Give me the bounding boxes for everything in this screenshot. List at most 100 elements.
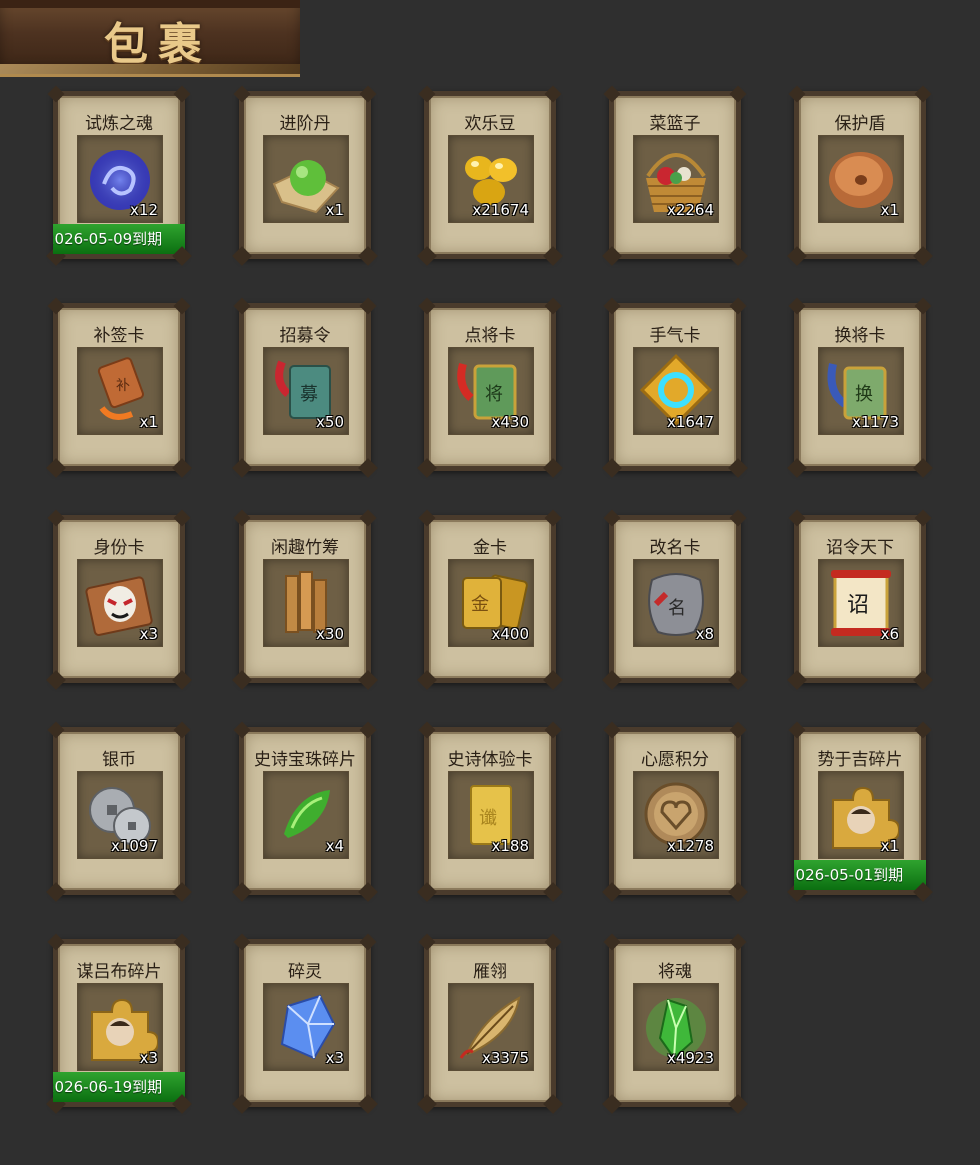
item-quantity: x1278 <box>666 837 714 855</box>
inventory-row: 谋吕布碎片 x3 2026-06-19到期 碎灵 x3 雁翎 x3375 将魂 x4923 <box>47 933 933 1151</box>
item-quantity: x12 <box>130 201 158 219</box>
card-corner-ornament <box>47 85 65 103</box>
item-icon-frame: x12 <box>77 135 163 223</box>
item-name: 换将卡 <box>834 326 886 346</box>
item-icon-frame: 将 x430 <box>448 347 534 435</box>
inventory-item-card[interactable]: 进阶丹 x1 <box>233 85 377 259</box>
item-name: 诏令天下 <box>826 538 894 558</box>
item-name: 点将卡 <box>464 326 516 346</box>
inventory-item-card[interactable]: 雁翎 x3375 <box>418 933 562 1107</box>
svg-text:金: 金 <box>471 594 489 615</box>
inventory-item-card[interactable]: 手气卡 x1647 <box>603 297 747 471</box>
card-corner-ornament <box>788 85 806 103</box>
item-icon-frame: x2264 <box>633 135 719 223</box>
item-icon-frame: x4 <box>263 771 349 859</box>
item-quantity: x1097 <box>110 837 158 855</box>
svg-text:将: 将 <box>485 384 503 405</box>
card-corner-ornament <box>359 85 377 103</box>
inventory-grid: 试炼之魂 x12 2026-05-09到期 进阶丹 x1 欢乐豆 x21674 菜篮子 x226… <box>47 85 933 1151</box>
item-quantity: x3 <box>325 1049 344 1067</box>
inventory-item-card[interactable]: 试炼之魂 x12 2026-05-09到期 <box>47 85 191 259</box>
inventory-item-card[interactable]: 金卡金 x400 <box>418 509 562 683</box>
inventory-item-card[interactable]: 谋吕布碎片 x3 2026-06-19到期 <box>47 933 191 1107</box>
inventory-item-card[interactable]: 菜篮子 x2264 <box>603 85 747 259</box>
inventory-item-card[interactable]: 保护盾 x1 <box>788 85 932 259</box>
inventory-title: 包裹 <box>104 19 212 70</box>
item-quantity: x4923 <box>666 1049 714 1067</box>
inventory-item-card[interactable]: 欢乐豆 x21674 <box>418 85 562 259</box>
inventory-row: 银币 x1097 史诗宝珠碎片 x4 史诗体验卡谶 x188 心愿积分 x1278 势于吉碎片 x… <box>47 721 933 939</box>
item-name: 招募令 <box>279 326 331 346</box>
item-name: 碎灵 <box>288 962 322 982</box>
item-icon-frame: x30 <box>263 559 349 647</box>
card-corner-ornament <box>233 85 251 103</box>
inventory-item-card[interactable]: 补签卡补 x1 <box>47 297 191 471</box>
inventory-item-card[interactable]: 闲趣竹筹 x30 <box>233 509 377 683</box>
item-icon-frame: x4923 <box>633 983 719 1071</box>
item-name: 势于吉碎片 <box>817 750 903 770</box>
item-icon-frame: 金 x400 <box>448 559 534 647</box>
card-corner-ornament <box>603 85 621 103</box>
item-name: 进阶丹 <box>279 114 331 134</box>
item-icon-frame: x1097 <box>77 771 163 859</box>
item-name: 将魂 <box>658 962 692 982</box>
inventory-item-card[interactable]: 身份卡 x3 <box>47 509 191 683</box>
inventory-item-card[interactable]: 招募令募 x50 <box>233 297 377 471</box>
item-name: 史诗宝珠碎片 <box>254 750 356 770</box>
item-name: 手气卡 <box>649 326 701 346</box>
item-icon-frame: x1278 <box>633 771 719 859</box>
inventory-item-card[interactable]: 银币 x1097 <box>47 721 191 895</box>
inventory-item-card[interactable]: 心愿积分 x1278 <box>603 721 747 895</box>
card-corner-ornament <box>914 85 932 103</box>
inventory-row: 身份卡 x3 闲趣竹筹 x30 金卡金 x400 改名卡名 x8 诏令天下诏 x6 <box>47 509 933 727</box>
item-quantity: x8 <box>695 625 714 643</box>
item-quantity: x6 <box>880 625 899 643</box>
card-corner-ornament <box>173 85 191 103</box>
svg-text:补: 补 <box>116 378 130 394</box>
inventory-item-card[interactable]: 点将卡将 x430 <box>418 297 562 471</box>
item-quantity: x50 <box>316 413 344 431</box>
inventory-item-card[interactable]: 将魂 x4923 <box>603 933 747 1107</box>
inventory-item-card[interactable]: 换将卡换 x1173 <box>788 297 932 471</box>
item-icon-frame: x1 <box>818 135 904 223</box>
item-icon-frame: x1 <box>263 135 349 223</box>
item-icon-frame: 募 x50 <box>263 347 349 435</box>
item-icon-frame: x3375 <box>448 983 534 1071</box>
item-name: 谋吕布碎片 <box>76 962 162 982</box>
item-icon-frame: x1647 <box>633 347 719 435</box>
item-expiry-banner: 2026-06-19到期 <box>53 1072 185 1102</box>
item-name: 身份卡 <box>93 538 145 558</box>
inventory-item-card[interactable]: 势于吉碎片 x1 2026-05-01到期 <box>788 721 932 895</box>
item-icon-frame: x21674 <box>448 135 534 223</box>
item-quantity: x3375 <box>481 1049 529 1067</box>
item-icon-frame: 谶 x188 <box>448 771 534 859</box>
item-quantity: x1647 <box>666 413 714 431</box>
item-icon-frame: x3 <box>263 983 349 1071</box>
inventory-header: 包裹 <box>0 0 300 77</box>
item-name: 闲趣竹筹 <box>271 538 339 558</box>
inventory-page: 包裹 试炼之魂 x12 2026-05-09到期 进阶丹 x1 欢乐豆 x21674 菜篮子 x… <box>0 0 980 1165</box>
inventory-item-card[interactable]: 史诗体验卡谶 x188 <box>418 721 562 895</box>
inventory-row: 试炼之魂 x12 2026-05-09到期 进阶丹 x1 欢乐豆 x21674 菜篮子 x226… <box>47 85 933 303</box>
inventory-item-card[interactable]: 改名卡名 x8 <box>603 509 747 683</box>
svg-text:名: 名 <box>668 598 686 619</box>
inventory-row: 补签卡补 x1 招募令募 x50 点将卡将 x430 手气卡 x1647 换将卡换 x1173 <box>47 297 933 515</box>
item-name: 欢乐豆 <box>464 114 516 134</box>
item-quantity: x430 <box>491 413 529 431</box>
card-corner-ornament <box>544 85 562 103</box>
svg-text:诏: 诏 <box>847 593 869 618</box>
item-quantity: x188 <box>491 837 529 855</box>
item-expiry-banner: 2026-05-09到期 <box>53 224 185 254</box>
item-quantity: x1 <box>880 837 899 855</box>
item-name: 金卡 <box>473 538 507 558</box>
item-quantity: x2264 <box>666 201 714 219</box>
item-name: 菜篮子 <box>649 114 701 134</box>
item-name: 试炼之魂 <box>85 114 153 134</box>
inventory-item-card[interactable]: 碎灵 x3 <box>233 933 377 1107</box>
item-quantity: x1173 <box>851 413 899 431</box>
inventory-item-card[interactable]: 诏令天下诏 x6 <box>788 509 932 683</box>
item-name: 保护盾 <box>834 114 886 134</box>
item-name: 心愿积分 <box>641 750 709 770</box>
item-quantity: x3 <box>139 625 158 643</box>
inventory-item-card[interactable]: 史诗宝珠碎片 x4 <box>233 721 377 895</box>
